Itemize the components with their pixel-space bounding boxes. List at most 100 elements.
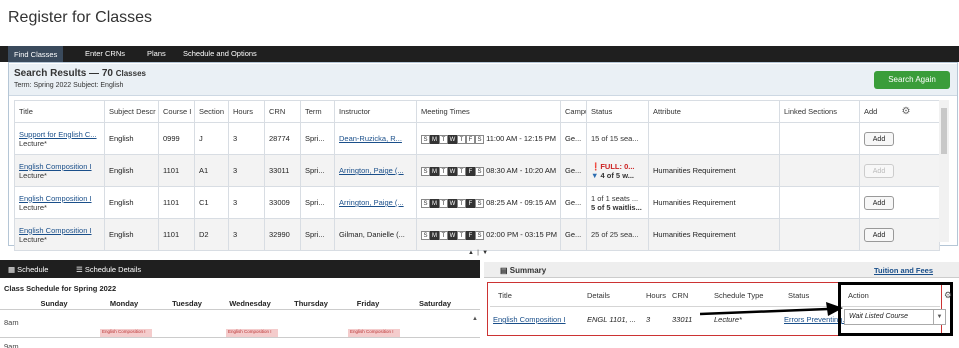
cell-instructor: Arrington, Paige (... <box>334 154 417 187</box>
cell-attribute: Humanities Requirement <box>648 186 780 219</box>
calendar-icon: ▦ <box>8 265 18 274</box>
instructor-link[interactable]: Arrington, Paige (... <box>339 198 404 207</box>
calendar-event[interactable]: English Composition I <box>226 329 278 337</box>
col-status[interactable]: Status <box>586 100 649 123</box>
calendar-day-3: Wednesday <box>229 299 271 308</box>
course-title-link[interactable]: English Composition I <box>19 162 92 171</box>
col-hours[interactable]: Hours <box>228 100 265 123</box>
tab-enter-crns[interactable]: Enter CRNs <box>85 49 125 58</box>
course-type: Lecture* <box>19 202 47 212</box>
chevron-down-icon[interactable]: ▼ <box>933 310 945 324</box>
calendar-event[interactable]: English Composition I <box>348 329 400 337</box>
gear-icon[interactable]: ⚙ <box>901 106 910 117</box>
col-course[interactable]: Course I <box>158 100 195 123</box>
calendar-scroll-up-icon[interactable]: ▲ <box>472 316 478 322</box>
cell-status: 25 of 25 sea... <box>586 218 649 251</box>
col-meeting-times[interactable]: Meeting Times <box>416 100 561 123</box>
cell-campus: Ge... <box>560 122 587 155</box>
col-linked-sections[interactable]: Linked Sections <box>779 100 860 123</box>
day-box: M <box>430 166 439 176</box>
cell-section: C1 <box>194 186 229 219</box>
class-schedule-title: Class Schedule for Spring 2022 <box>4 284 117 293</box>
col-term[interactable]: Term <box>300 100 335 123</box>
status-line-1: FULL: 0... <box>600 161 635 171</box>
col-crn[interactable]: CRN <box>264 100 301 123</box>
day-box: T <box>439 198 448 208</box>
calendar-day-5: Friday <box>356 299 380 308</box>
cell-add: Add <box>859 218 940 251</box>
col-attribute[interactable]: Attribute <box>648 100 780 123</box>
cell-instructor: Arrington, Paige (... <box>334 186 417 219</box>
main-tabs: Find Classes Enter CRNs Plans Schedule a… <box>0 46 959 62</box>
calendar-day-1: Monday <box>109 299 139 308</box>
add-button[interactable]: Add <box>864 195 894 210</box>
cell-section: A1 <box>194 154 229 187</box>
tab-schedule[interactable]: ▦ Schedule <box>8 265 48 274</box>
cell-status: 1 of 1 seats ... 5 of 5 waitlis... <box>586 186 649 219</box>
results-count: Search Results — 70 <box>14 68 113 79</box>
status-line-1: 1 of 1 seats ... <box>591 193 639 203</box>
table-header-row: Title Subject Descr Course I Section Hou… <box>14 100 940 123</box>
add-button[interactable]: Add <box>864 131 894 146</box>
day-box: T <box>439 230 448 240</box>
cell-campus: Ge... <box>560 218 587 251</box>
calendar-day-6: Saturday <box>418 299 452 308</box>
status-line-1: 15 of 15 sea... <box>591 134 639 143</box>
day-box: S <box>421 198 430 208</box>
tab-details-label: Schedule Details <box>84 265 142 274</box>
calendar-day-0: Sunday <box>40 299 68 308</box>
add-button[interactable]: Add <box>864 227 894 242</box>
calendar-event[interactable]: English Composition I <box>100 329 152 337</box>
pane-splitter[interactable]: ▲ | ▼ <box>455 250 501 258</box>
col-add: Add ⚙ <box>859 100 940 123</box>
day-box: W <box>448 230 457 240</box>
table-row: English Composition I Lecture* English 11… <box>14 218 940 251</box>
course-title-link[interactable]: Support for English C... <box>19 130 97 139</box>
col-instructor[interactable]: Instructor <box>334 100 417 123</box>
action-select[interactable]: Wait Listed Course ▼ <box>844 309 946 325</box>
cell-campus: Ge... <box>560 186 587 219</box>
summary-title-text: Summary <box>509 266 547 275</box>
day-box: S <box>421 166 430 176</box>
day-box: M <box>430 198 439 208</box>
instructor-link[interactable]: Arrington, Paige (... <box>339 166 404 175</box>
cell-term: Spri... <box>300 154 335 187</box>
col-section[interactable]: Section <box>194 100 229 123</box>
cell-meeting-times: SMTWTFS 11:00 AM - 12:15 PM <box>416 122 561 155</box>
tab-schedule-options[interactable]: Schedule and Options <box>183 49 257 58</box>
summary-row-crn: 33011 <box>672 315 693 324</box>
status-line-1: 25 of 25 sea... <box>591 230 639 239</box>
col-campus[interactable]: Campus <box>560 100 587 123</box>
cell-crn: 32990 <box>264 218 301 251</box>
add-button[interactable]: Add <box>864 163 894 178</box>
cell-attribute <box>648 122 780 155</box>
cell-crn: 33009 <box>264 186 301 219</box>
col-title[interactable]: Title <box>14 100 105 123</box>
search-again-button[interactable]: Search Again <box>874 71 950 89</box>
cell-status: 15 of 15 sea... <box>586 122 649 155</box>
annotation-arrow <box>700 302 843 316</box>
cell-instructor: Dean-Ruzicka, R... <box>334 122 417 155</box>
instructor-link[interactable]: Gilman, Danielle (... <box>339 230 405 239</box>
cell-crn: 33011 <box>264 154 301 187</box>
status-line-2: 4 of 5 w... <box>600 170 634 180</box>
summary-row-title[interactable]: English Composition I <box>493 315 566 324</box>
summary-gear-icon[interactable]: ⚙ <box>944 290 952 301</box>
day-box: W <box>448 198 457 208</box>
tuition-fees-link[interactable]: Tuition and Fees <box>874 266 933 275</box>
cell-subject: English <box>104 186 159 219</box>
calendar-day-4: Thursday <box>294 299 328 308</box>
course-title-link[interactable]: English Composition I <box>19 194 92 203</box>
tab-schedule-details[interactable]: ☰ Schedule Details <box>76 265 141 274</box>
results-suffix: Classes <box>115 69 146 78</box>
tab-find-classes[interactable]: Find Classes <box>8 46 64 62</box>
cell-course: 1101 <box>158 154 195 187</box>
summary-col-status: Status <box>788 291 810 300</box>
course-title-link[interactable]: English Composition I <box>19 226 92 235</box>
col-subject[interactable]: Subject Descr <box>104 100 159 123</box>
cell-hours: 3 <box>228 122 265 155</box>
cell-term: Spri... <box>300 186 335 219</box>
tab-plans[interactable]: Plans <box>147 49 166 58</box>
results-scrollbar-thumb[interactable] <box>941 108 947 154</box>
instructor-link[interactable]: Dean-Ruzicka, R... <box>339 134 402 143</box>
